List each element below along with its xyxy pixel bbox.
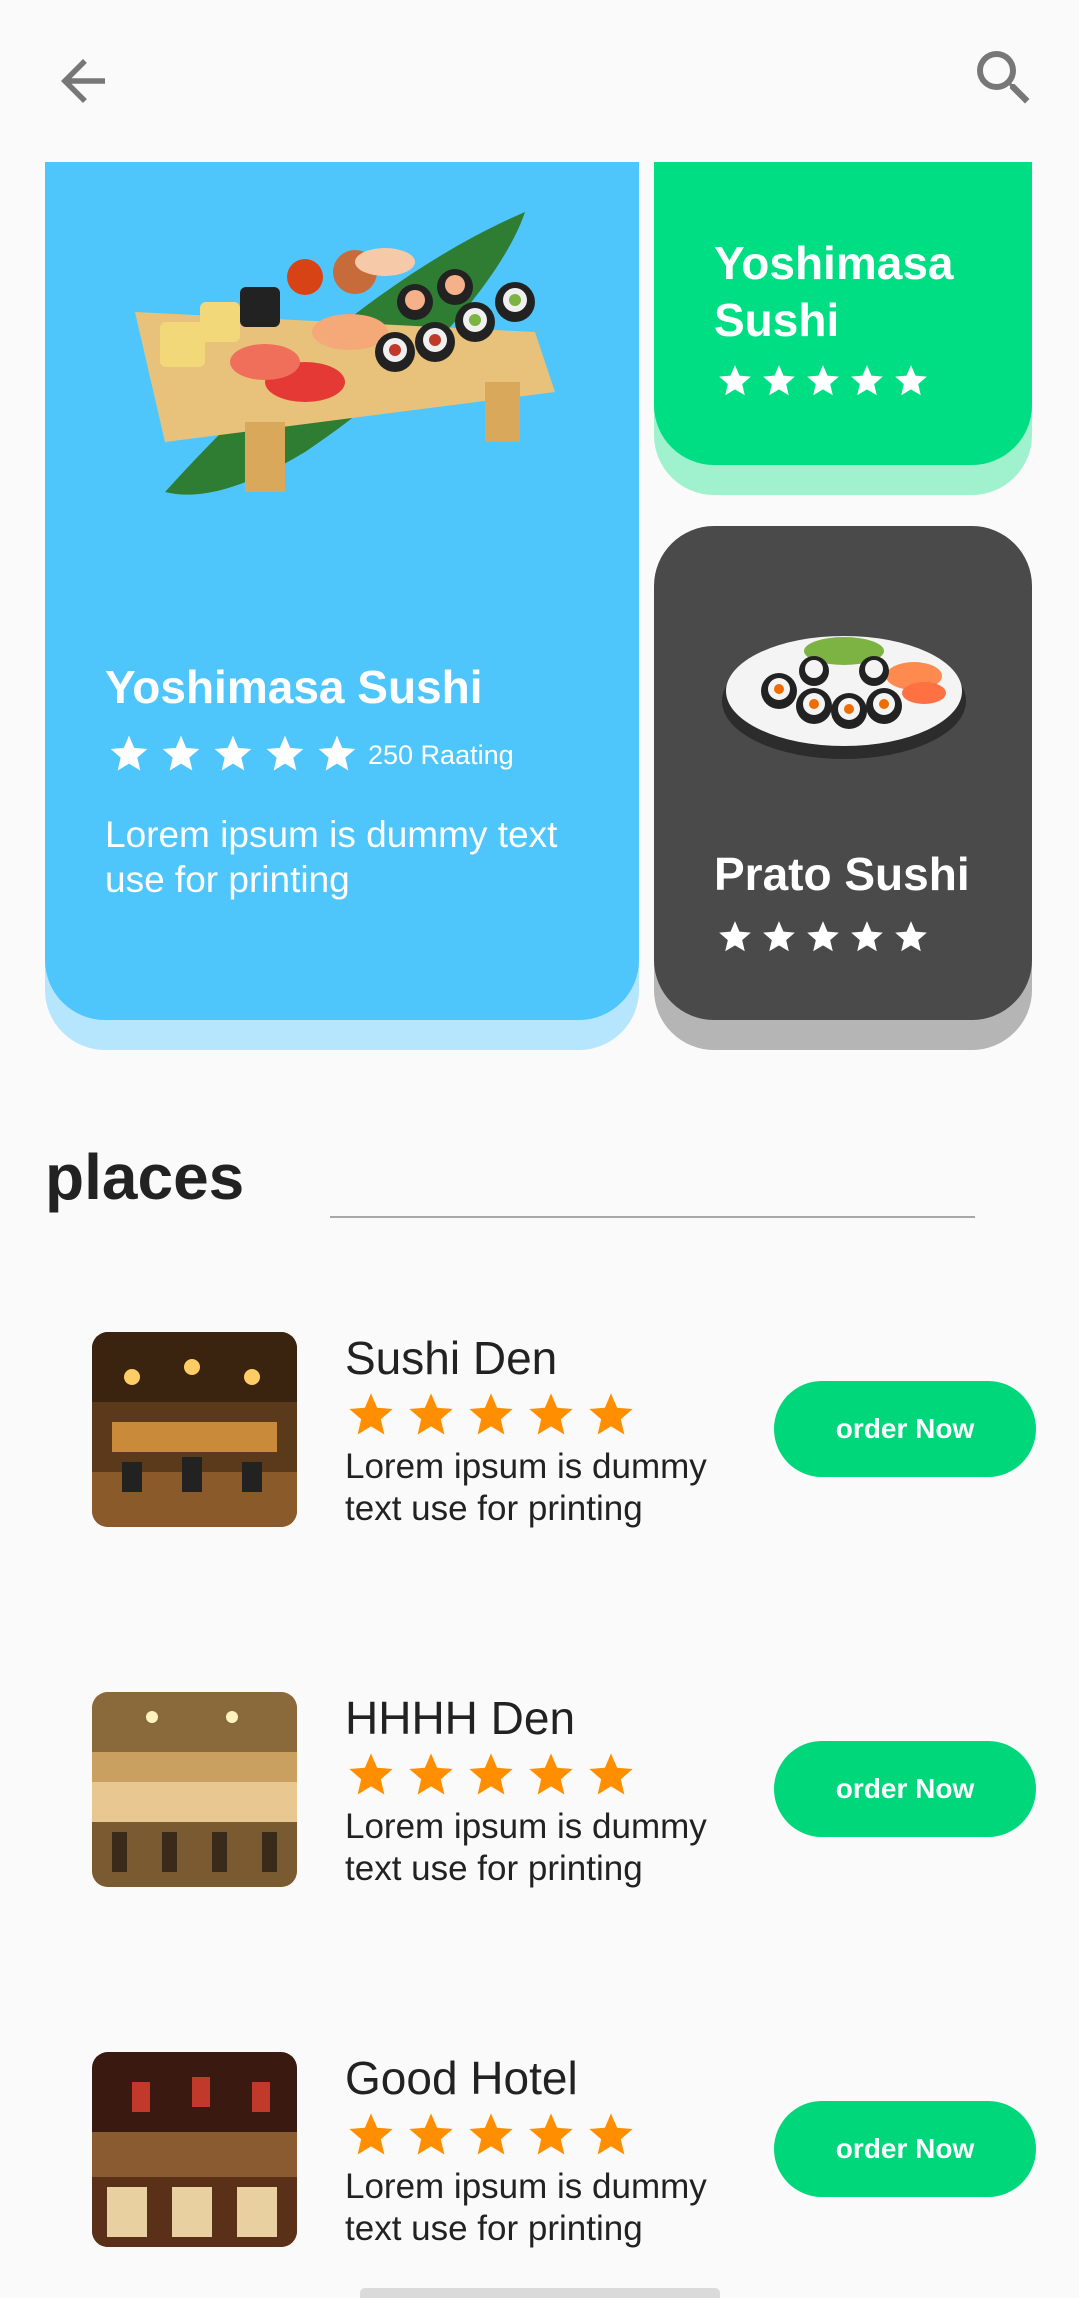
- star-icon: [469, 1393, 513, 1435]
- star-icon: [349, 2113, 393, 2155]
- featured-main-title: Yoshimasa Sushi: [105, 661, 483, 713]
- star-icon: [318, 735, 356, 771]
- place-name: HHHH Den: [345, 1692, 576, 1744]
- featured-main-rating: 250 Raating: [368, 740, 514, 770]
- place-name: Good Hotel: [345, 2052, 578, 2104]
- star-icon: [529, 2113, 573, 2155]
- star-icon: [529, 1393, 573, 1435]
- featured-main-description: Lorem ipsum is dummy text use for printi…: [105, 814, 558, 900]
- place-thumbnail: [92, 1692, 297, 1887]
- sushi-board-image: [135, 212, 555, 495]
- places-heading: places: [45, 1141, 245, 1213]
- scroll-indicator: [360, 2288, 720, 2298]
- star-icon: [529, 1753, 573, 1795]
- place-stars: [345, 1389, 637, 1441]
- arrow-left-icon: [61, 59, 105, 103]
- star-icon: [409, 1753, 453, 1795]
- place-description: Lorem ipsum is dummy text use for printi…: [345, 1447, 707, 1528]
- order-now-button[interactable]: order Now: [774, 1381, 1036, 1477]
- star-icon: [719, 921, 751, 952]
- star-icon: [214, 735, 252, 771]
- star-icon: [763, 365, 795, 396]
- star-icon: [807, 921, 839, 952]
- star-icon: [589, 1393, 633, 1435]
- star-icon: [409, 2113, 453, 2155]
- place-stars: [345, 2109, 637, 2161]
- featured-top-right-stars: [716, 362, 930, 400]
- place-stars: [345, 1749, 637, 1801]
- featured-bottom-right-title: Prato Sushi: [714, 848, 970, 900]
- featured-top-right-title-line1: Yoshimasa: [714, 237, 954, 289]
- featured-card-bottom-right[interactable]: Prato Sushi: [654, 526, 1032, 1020]
- star-icon: [266, 735, 304, 771]
- place-description: Lorem ipsum is dummy text use for printi…: [345, 1807, 707, 1888]
- star-icon: [851, 921, 883, 952]
- star-icon: [110, 735, 148, 771]
- star-icon: [895, 365, 927, 396]
- place-thumbnail: [92, 1332, 297, 1527]
- featured-top-right-title-line2: Sushi: [714, 294, 840, 346]
- star-icon: [895, 921, 927, 952]
- section-divider: [330, 1216, 975, 1218]
- place-thumbnail: [92, 2052, 297, 2247]
- featured-card-main[interactable]: Yoshimasa Sushi 250 Raating Lorem ipsum …: [45, 162, 639, 1020]
- star-icon: [162, 735, 200, 771]
- sushi-plate-image: [722, 636, 966, 759]
- star-icon: [409, 1393, 453, 1435]
- search-button[interactable]: [968, 42, 1040, 114]
- star-icon: [589, 1753, 633, 1795]
- featured-bottom-right-stars: [716, 918, 930, 956]
- star-icon: [349, 1753, 393, 1795]
- star-icon: [851, 365, 883, 396]
- order-now-button[interactable]: order Now: [774, 1741, 1036, 1837]
- back-button[interactable]: [50, 48, 116, 114]
- star-icon: [469, 2113, 513, 2155]
- featured-main-stars: [107, 732, 359, 776]
- place-name: Sushi Den: [345, 1332, 558, 1384]
- star-icon: [807, 365, 839, 396]
- featured-card-top-right[interactable]: Yoshimasa Sushi: [654, 162, 1032, 465]
- star-icon: [469, 1753, 513, 1795]
- star-icon: [763, 921, 795, 952]
- star-icon: [589, 2113, 633, 2155]
- star-icon: [719, 365, 751, 396]
- order-now-button[interactable]: order Now: [774, 2101, 1036, 2197]
- search-icon: [977, 51, 1030, 104]
- place-description: Lorem ipsum is dummy text use for printi…: [345, 2167, 707, 2248]
- star-icon: [349, 1393, 393, 1435]
